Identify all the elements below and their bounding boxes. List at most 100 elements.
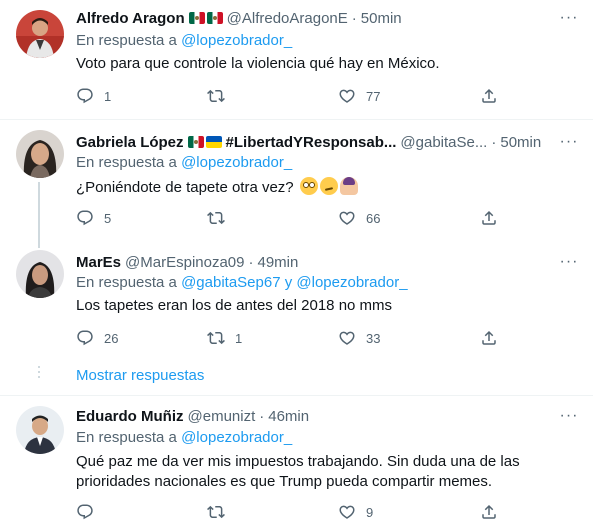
flag-emojis xyxy=(187,136,222,148)
heart-icon xyxy=(339,331,355,345)
reply-prefix: En respuesta a xyxy=(76,429,177,446)
tweet-actions: 5 66 xyxy=(76,208,506,228)
share-button[interactable] xyxy=(480,208,498,228)
like-button[interactable]: 33 xyxy=(338,328,380,348)
author-handle[interactable]: @MarEspinoza09 xyxy=(125,254,244,271)
thread-dots xyxy=(38,366,40,381)
more-options-icon[interactable]: ··· xyxy=(559,8,579,28)
like-button[interactable]: 66 xyxy=(338,208,380,228)
author-name[interactable]: Alfredo Aragon xyxy=(76,10,185,27)
author-name[interactable]: Gabriela López xyxy=(76,134,184,151)
retweet-button[interactable] xyxy=(207,502,235,522)
reply-mention[interactable]: @lopezobrador_ xyxy=(181,32,292,49)
separator-dot: · xyxy=(491,133,497,151)
reply-button[interactable]: 5 xyxy=(76,208,111,228)
avatar[interactable] xyxy=(16,406,64,454)
reply-prefix: En respuesta a xyxy=(76,32,177,49)
ua-flag-icon xyxy=(205,136,222,148)
tweet-header: Eduardo Muñiz @emunizt · 46min xyxy=(76,406,553,426)
reply-icon xyxy=(77,88,93,104)
smirking-face-icon xyxy=(319,177,338,195)
tweet-header: Gabriela López #LibertadYResponsab... @g… xyxy=(76,132,553,152)
tweet-gabriela-lopez[interactable]: Gabriela López #LibertadYResponsab... @g… xyxy=(0,120,593,238)
timestamp[interactable]: 50min xyxy=(500,134,541,151)
like-button[interactable]: 77 xyxy=(338,86,380,106)
avatar[interactable] xyxy=(16,10,64,58)
retweet-icon xyxy=(207,331,225,345)
author-handle[interactable]: @emunizt xyxy=(188,408,256,425)
separator-dot: · xyxy=(351,9,357,27)
more-options-icon[interactable]: ··· xyxy=(559,252,579,272)
mx-flag-icon xyxy=(187,136,204,148)
more-options-icon[interactable]: ··· xyxy=(559,132,579,152)
show-more-replies-link[interactable]: Mostrar respuestas xyxy=(76,367,204,384)
reply-mention[interactable]: @lopezobrador_ xyxy=(296,274,407,291)
reply-button[interactable]: 26 xyxy=(76,328,118,348)
tweet-eduardo-muniz[interactable]: Eduardo Muñiz @emunizt · 46min ··· En re… xyxy=(0,396,593,529)
share-icon xyxy=(482,330,496,345)
tweet-actions: 9 xyxy=(76,502,506,522)
reply-count: 1 xyxy=(104,88,112,104)
like-button[interactable]: 9 xyxy=(338,502,373,522)
tweet-actions: 26 1 33 xyxy=(76,328,506,348)
share-button[interactable] xyxy=(480,328,498,348)
avatar[interactable] xyxy=(16,250,64,298)
heart-icon xyxy=(339,89,355,103)
tweet-header: Alfredo Aragon @AlfredoAragonE · 50min xyxy=(76,8,553,28)
thread-line xyxy=(38,182,40,238)
share-button[interactable] xyxy=(480,86,498,106)
avatar[interactable] xyxy=(16,130,64,178)
author-name[interactable]: MarEs xyxy=(76,254,121,271)
reply-button[interactable] xyxy=(76,502,104,522)
reply-count: 26 xyxy=(104,330,119,346)
timestamp[interactable]: 46min xyxy=(268,408,309,425)
reply-context: En respuesta a @lopezobrador_ xyxy=(76,32,292,49)
author-name-hashtag: #LibertadYResponsab... xyxy=(225,133,397,151)
timestamp[interactable]: 50min xyxy=(361,10,402,27)
thread-line xyxy=(38,238,40,248)
share-icon xyxy=(482,504,496,519)
tweet-text: Los tapetes eran los de antes del 2018 n… xyxy=(76,297,393,314)
reply-mention[interactable]: @gabitaSep67 xyxy=(181,274,280,291)
retweet-icon xyxy=(207,211,225,225)
heart-icon xyxy=(339,211,355,225)
tweet-alfredo-aragon[interactable]: Alfredo Aragon @AlfredoAragonE · 50min ·… xyxy=(0,0,593,120)
tweet-header: MarEs @MarEspinoza09 · 49min xyxy=(76,252,553,272)
face-with-rolling-eyes-icon xyxy=(299,177,318,195)
reply-mention[interactable]: @lopezobrador_ xyxy=(181,154,292,171)
tweet-mares[interactable]: MarEs @MarEspinoza09 · 49min ··· En resp… xyxy=(0,238,593,356)
timestamp[interactable]: 49min xyxy=(257,254,298,271)
reply-count: 5 xyxy=(104,210,112,226)
author-name[interactable]: Eduardo Muñiz xyxy=(76,408,184,425)
author-handle[interactable]: @gabitaSe... xyxy=(400,134,487,151)
like-count: 33 xyxy=(366,330,381,346)
share-button[interactable] xyxy=(480,502,498,522)
more-options-icon[interactable]: ··· xyxy=(559,406,579,426)
retweet-button[interactable]: 1 xyxy=(207,328,242,348)
show-more-row: Mostrar respuestas xyxy=(0,356,593,396)
share-icon xyxy=(482,88,496,103)
reply-icon xyxy=(77,504,93,520)
flag-emojis xyxy=(188,12,223,24)
retweet-icon xyxy=(207,89,225,103)
reply-context: En respuesta a @gabitaSep67 y @lopezobra… xyxy=(76,274,408,291)
like-count: 77 xyxy=(366,88,381,104)
retweet-button[interactable] xyxy=(207,208,235,228)
reply-icon xyxy=(77,210,93,226)
reply-prefix: En respuesta a xyxy=(76,274,177,291)
separator-dot: · xyxy=(248,253,254,271)
reply-icon xyxy=(77,330,93,346)
retweet-icon xyxy=(207,505,225,519)
reply-button[interactable]: 1 xyxy=(76,86,111,106)
author-handle[interactable]: @AlfredoAragonE xyxy=(227,10,348,27)
reply-context: En respuesta a @lopezobrador_ xyxy=(76,154,292,171)
tweet-actions: 1 77 xyxy=(76,86,506,106)
reply-prefix: En respuesta a xyxy=(76,154,177,171)
tweet-text: Qué paz me da ver mis impuestos trabajan… xyxy=(76,453,520,490)
retweet-button[interactable] xyxy=(207,86,235,106)
tweet-text: Voto para que controle la violencia qué … xyxy=(76,55,440,72)
reply-mention[interactable]: @lopezobrador_ xyxy=(181,429,292,446)
separator-dot: · xyxy=(259,407,265,425)
reply-context: En respuesta a @lopezobrador_ xyxy=(76,429,292,446)
mx-flag-icon xyxy=(188,12,205,24)
